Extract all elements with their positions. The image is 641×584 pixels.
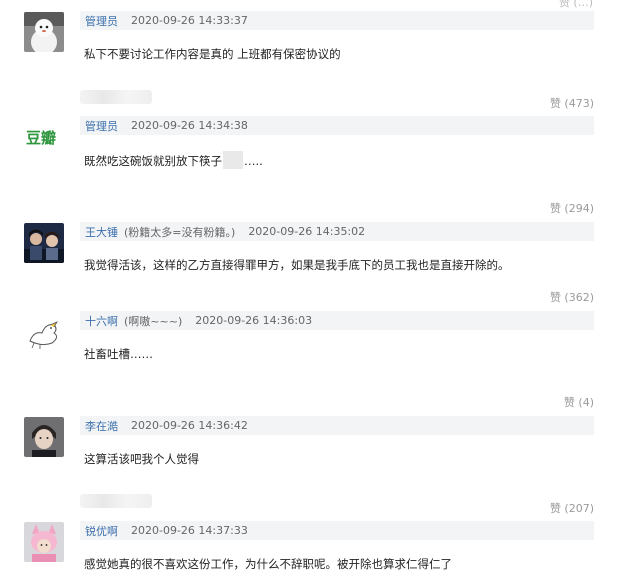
author-nickname: (啊嗷~~~) (124, 314, 183, 328)
like-button[interactable]: 赞 (4) (564, 394, 594, 410)
comment-text: 私下不要讨论工作内容是真的 上班都有保密协议的 (84, 47, 341, 61)
blurred-username (80, 494, 152, 508)
comment-meta: 十六啊 (啊嗷~~~) 2020-09-26 14:36:03 (80, 311, 594, 330)
comment-time: 2020-09-26 14:33:37 (131, 14, 248, 27)
comment-meta: 管理员 2020-09-26 14:34:38 (80, 116, 594, 135)
author-name[interactable]: 锐优啊 (85, 523, 118, 539)
like-button[interactable]: 赞 (294) (550, 200, 594, 216)
author-name[interactable]: 十六啊 (85, 313, 118, 329)
author-name[interactable]: 管理员 (85, 13, 118, 29)
comment-text: 这算活该吧我个人觉得 (84, 452, 199, 466)
couple-photo-avatar-icon (24, 223, 64, 263)
comment-text-end: ….. (244, 154, 263, 168)
comment-time: 2020-09-26 14:36:42 (131, 419, 248, 432)
like-button[interactable]: 赞 (207) (550, 500, 594, 516)
top-likes-cutoff: 赞 (…) (558, 0, 593, 9)
comment-meta: 王大锤 (粉籍太多=没有粉籍。) 2020-09-26 14:35:02 (80, 222, 594, 241)
avatar[interactable] (24, 522, 64, 562)
comment-text: 既然吃这碗饭就别放下筷子 ….. (84, 151, 263, 169)
comment-time: 2020-09-26 14:36:03 (195, 314, 313, 327)
like-button[interactable]: 赞 (362) (550, 289, 594, 305)
comment-time: 2020-09-26 14:37:33 (131, 524, 248, 537)
comment-text: 感觉她真的很不喜欢这份工作，为什么不辞职呢。被开除也算求仁得仁了 (84, 557, 452, 571)
comment-text: 社畜吐槽…… (84, 347, 153, 361)
avatar[interactable] (24, 417, 64, 457)
comment-meta: 锐优啊 2020-09-26 14:37:33 (80, 521, 594, 540)
comment-time: 2020-09-26 14:35:02 (248, 225, 366, 238)
comment-text-start: 既然吃这碗饭就别放下筷子 (84, 154, 222, 168)
author-name[interactable]: 管理员 (85, 118, 118, 134)
avatar[interactable] (24, 223, 64, 263)
avatar[interactable] (24, 311, 64, 351)
comment-meta: 管理员 2020-09-26 14:33:37 (80, 11, 594, 30)
douban-logo-avatar[interactable]: 豆瓣 (26, 127, 66, 147)
portrait-avatar-icon (24, 417, 64, 457)
avatar[interactable] (24, 12, 64, 52)
author-name[interactable]: 李在澔 (85, 418, 118, 434)
redacted-block (223, 151, 243, 169)
comment-meta: 李在澔 2020-09-26 14:36:42 (80, 416, 594, 435)
duck-sketch-avatar-icon (24, 311, 64, 351)
comment-text: 我觉得活该，这样的乙方直接得罪甲方，如果是我手底下的员工我也是直接开除的。 (84, 258, 510, 272)
author-nickname: (粉籍太多=没有粉籍。) (124, 225, 236, 239)
snowman-avatar-icon (24, 12, 64, 52)
blurred-username (80, 90, 152, 104)
pink-costume-avatar-icon (24, 522, 64, 562)
like-button[interactable]: 赞 (473) (550, 95, 594, 111)
comment-time: 2020-09-26 14:34:38 (131, 119, 248, 132)
author-name[interactable]: 王大锤 (85, 224, 118, 240)
